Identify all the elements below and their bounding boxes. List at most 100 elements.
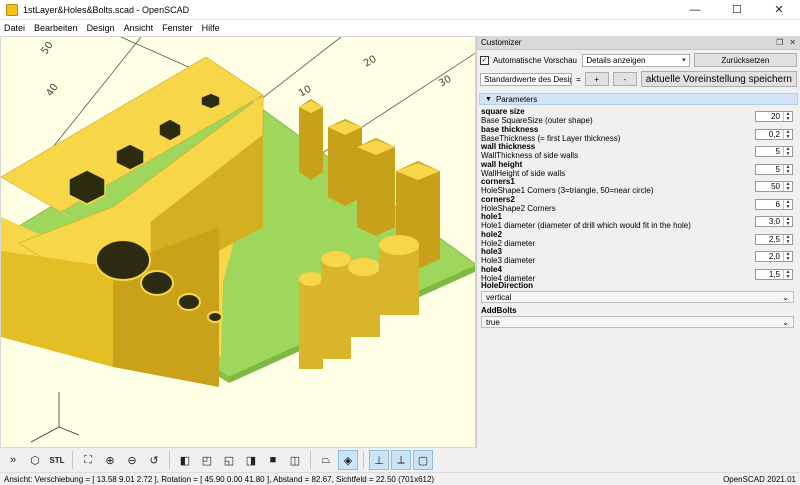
preset-equals: = xyxy=(576,74,581,84)
view-bottom-icon[interactable]: ◱ xyxy=(219,450,239,470)
view-right-icon[interactable]: ◧ xyxy=(175,450,195,470)
view-top-icon[interactable]: ◰ xyxy=(197,450,217,470)
param-value[interactable]: 0,2 xyxy=(756,130,783,139)
remove-preset-button[interactable]: - xyxy=(612,72,637,86)
wall-thickness-spinbox[interactable]: 5 ▲ ▼ xyxy=(755,146,793,157)
auto-preview-checkbox[interactable]: ✓ xyxy=(480,55,489,65)
wall-height-spinbox[interactable]: 5 ▲ ▼ xyxy=(755,163,793,175)
param-name: HoleDirection xyxy=(481,281,534,290)
chevron-down-icon: ⌄ xyxy=(782,317,789,327)
spin-arrows-icon[interactable]: ▲ ▼ xyxy=(783,269,792,279)
menu-bearbeiten[interactable]: Bearbeiten xyxy=(34,23,78,33)
show-scale-markers-icon[interactable]: ⟂ xyxy=(391,450,411,470)
render-cube-icon[interactable]: ⬡ xyxy=(25,450,45,470)
menu-design[interactable]: Design xyxy=(87,23,115,33)
3d-viewport[interactable]: 10 20 30 40 50 xyxy=(0,36,476,448)
param-value[interactable]: 20 xyxy=(756,112,783,121)
param-value[interactable]: 2,5 xyxy=(756,235,783,244)
parameters-list: square size Base SquareSize (outer shape… xyxy=(481,107,797,283)
view-back-icon[interactable]: ◫ xyxy=(285,450,305,470)
param-name: base thickness xyxy=(481,124,539,134)
orthogonal-icon[interactable]: ◈ xyxy=(338,450,358,470)
show-axes-icon[interactable]: ⊥ xyxy=(369,450,389,470)
param-wall-height: wall height WallHeight of side walls 5 ▲ ▼ xyxy=(481,160,797,178)
menu-fenster[interactable]: Fenster xyxy=(162,23,193,33)
zoom-in-icon[interactable]: ⊕ xyxy=(100,450,120,470)
square-size-spinbox[interactable]: 20 ▲ ▼ xyxy=(755,111,793,122)
preset-combo-value: Standardwerte des Designs xyxy=(484,74,571,84)
select-value: true xyxy=(486,317,500,327)
toolbar-separator xyxy=(72,451,73,469)
export-stl-button[interactable]: STL xyxy=(47,450,67,470)
axis-label-20: 20 xyxy=(362,54,379,70)
minimize-button[interactable]: — xyxy=(674,0,716,20)
param-value[interactable]: 6 xyxy=(756,200,783,209)
menu-ansicht[interactable]: Ansicht xyxy=(124,23,154,33)
menu-datei[interactable]: Datei xyxy=(4,23,25,33)
hole2-spinbox[interactable]: 2,5 ▲ ▼ xyxy=(755,233,793,245)
view-front-icon[interactable]: ■ xyxy=(263,450,283,470)
auto-preview-label[interactable]: Automatische Vorschau xyxy=(493,56,578,65)
add-bolts-select[interactable]: true ⌄ xyxy=(481,316,794,328)
perspective-icon[interactable]: ⏢ xyxy=(316,450,336,470)
param-name: corners1 xyxy=(481,177,515,186)
param-value[interactable]: 5 xyxy=(756,147,783,156)
preview-icon[interactable]: » xyxy=(3,450,23,470)
param-name: hole1 xyxy=(481,212,502,221)
spin-arrows-icon[interactable]: ▲ ▼ xyxy=(783,147,792,157)
hole1-spinbox[interactable]: 3,0 ▲ ▼ xyxy=(755,216,793,227)
corners1-spinbox[interactable]: 50 ▲ ▼ xyxy=(755,181,793,192)
view-all-icon[interactable]: ⛶ xyxy=(78,450,98,470)
details-combo[interactable]: Details anzeigen ▾ xyxy=(582,53,690,67)
hole3-spinbox[interactable]: 2,0 ▲ ▼ xyxy=(755,251,793,262)
customizer-title: Customizer xyxy=(481,38,522,47)
reset-view-icon[interactable]: ↺ xyxy=(144,450,164,470)
customizer-panel: Customizer ❐ ✕ ✓ Automatische Vorschau D… xyxy=(477,36,800,448)
param-name: corners2 xyxy=(481,194,515,204)
spin-arrows-icon[interactable]: ▲ ▼ xyxy=(783,129,792,139)
hole-direction-select[interactable]: vertical ⌄ xyxy=(481,291,794,303)
status-bar: Ansicht: Verschiebung = [ 13.58 9.01 2.7… xyxy=(0,472,800,485)
parameters-section-header[interactable]: ▼ Parameters xyxy=(479,93,798,105)
param-name: hole3 xyxy=(481,247,502,256)
param-value[interactable]: 5 xyxy=(756,165,783,174)
spin-arrows-icon[interactable]: ▲ ▼ xyxy=(783,234,792,244)
param-corners2: corners2 HoleShape2 Corners 6 ▲ ▼ xyxy=(481,195,797,213)
view-left-icon[interactable]: ◨ xyxy=(241,450,261,470)
reset-button[interactable]: Zurücksetzen xyxy=(693,53,797,67)
base-thickness-spinbox[interactable]: 0,2 ▲ ▼ xyxy=(755,128,793,140)
corners2-spinbox[interactable]: 6 ▲ ▼ xyxy=(755,198,793,210)
preset-combo[interactable]: Standardwerte des Designs ▾ xyxy=(480,72,573,86)
toolbar-separator xyxy=(310,451,311,469)
view-toolbar: » ⬡ STL ⛶ ⊕ ⊖ ↺ ◧ ◰ ◱ ◨ ■ ◫ ⏢ ◈ ⊥ ⟂ ▢ xyxy=(0,448,800,472)
close-button[interactable]: ✕ xyxy=(758,0,800,20)
maximize-button[interactable]: ☐ xyxy=(716,0,758,20)
openscad-logo-icon xyxy=(6,3,18,16)
spin-arrows-icon[interactable]: ▲ ▼ xyxy=(783,112,792,122)
param-hole2: hole2 Hole2 diameter 2,5 ▲ ▼ xyxy=(481,230,797,248)
param-name: wall height xyxy=(481,159,523,169)
param-hole-direction: HoleDirection vertical ⌄ xyxy=(481,281,794,303)
save-preset-button[interactable]: aktuelle Voreinstellung speichern xyxy=(640,71,797,87)
spin-arrows-icon[interactable]: ▲ ▼ xyxy=(783,199,792,209)
add-preset-button[interactable]: + xyxy=(584,72,609,86)
spin-arrows-icon[interactable]: ▲ ▼ xyxy=(783,164,792,174)
collapse-triangle-icon: ▼ xyxy=(485,95,492,103)
zoom-out-icon[interactable]: ⊖ xyxy=(122,450,142,470)
spin-arrows-icon[interactable]: ▲ ▼ xyxy=(783,252,792,262)
show-edges-icon[interactable]: ▢ xyxy=(413,450,433,470)
param-value[interactable]: 50 xyxy=(756,182,783,191)
menu-hilfe[interactable]: Hilfe xyxy=(202,23,220,33)
param-value[interactable]: 2,0 xyxy=(756,252,783,261)
float-icon[interactable]: ❐ xyxy=(776,38,783,47)
hole4-spinbox[interactable]: 1,5 ▲ ▼ xyxy=(755,268,793,280)
wall-front-face xyxy=(1,251,113,367)
spin-arrows-icon[interactable]: ▲ ▼ xyxy=(783,217,792,227)
title-bar: 1stLayer&Holes&Bolts.scad - OpenSCAD — ☐… xyxy=(0,0,800,20)
param-value[interactable]: 1,5 xyxy=(756,270,783,279)
close-panel-icon[interactable]: ✕ xyxy=(789,38,796,47)
spin-arrows-icon[interactable]: ▲ ▼ xyxy=(783,182,792,192)
view-status-text: Ansicht: Verschiebung = [ 13.58 9.01 2.7… xyxy=(4,474,435,484)
param-name: hole4 xyxy=(481,264,502,274)
param-value[interactable]: 3,0 xyxy=(756,217,783,226)
